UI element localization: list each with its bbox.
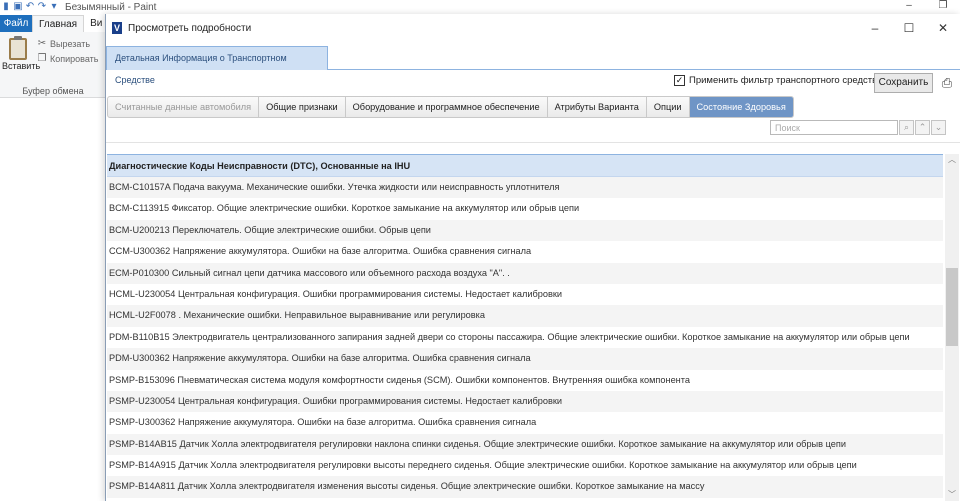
copy-icon: ❐ <box>37 53 47 64</box>
table-row[interactable]: PSMP-B14AB15 Датчик Холла электродвигате… <box>107 433 943 456</box>
tab-variant-attributes[interactable]: Атрибуты Варианта <box>548 97 647 117</box>
table-header: Диагностические Коды Неисправности (DTC)… <box>107 155 943 177</box>
dialog-title: Просмотреть подробности <box>128 22 252 34</box>
redo-icon[interactable]: ↷ <box>37 2 47 12</box>
paste-button[interactable]: Вставить <box>2 36 40 80</box>
scissors-icon: ✂ <box>37 38 47 49</box>
vertical-scrollbar[interactable]: ︿ ﹀ <box>945 154 959 501</box>
table-row[interactable]: BCM-U200213 Переключатель. Общие электри… <box>107 219 943 242</box>
table-row[interactable]: CCM-U300362 Напряжение аккумулятора. Оши… <box>107 241 943 263</box>
undo-icon[interactable]: ↶ <box>25 2 35 12</box>
maximize-icon[interactable]: ☐ <box>892 14 926 42</box>
table-row[interactable]: HCML-U2F0078 . Механические ошибки. Непр… <box>107 305 943 327</box>
search-input[interactable] <box>770 120 898 135</box>
save-button[interactable]: Сохранить <box>874 73 933 93</box>
section-tabs: Считанные данные автомобиля Общие призна… <box>107 96 794 118</box>
tab-general-attributes[interactable]: Общие признаки <box>259 97 346 117</box>
clipboard-group-label: Буфер обмена <box>22 86 84 96</box>
tab-read-vehicle-data[interactable]: Считанные данные автомобиля <box>108 97 260 117</box>
copy-label: Копировать <box>50 53 99 64</box>
paste-label: Вставить <box>2 61 41 71</box>
dtc-table: Диагностические Коды Неисправности (DTC)… <box>107 154 943 501</box>
scrollbar-thumb[interactable] <box>946 268 958 346</box>
table-row[interactable]: PSMP-B14A915 Датчик Холла электродвигате… <box>107 455 943 477</box>
next-result-icon[interactable]: ⌄ <box>931 120 946 135</box>
paint-titlebar: ▮ ▣ ↶ ↷ ▾ Безымянный - Paint – ❐ <box>0 0 960 14</box>
divider <box>106 142 960 143</box>
app-logo-icon: V <box>112 22 122 34</box>
table-row[interactable]: PSMP-U300362 Напряжение аккумулятора. Ош… <box>107 412 943 434</box>
clipboard-icon <box>9 36 27 60</box>
tab-vehicle-details[interactable]: Детальная Информация о Транспортном Сред… <box>106 46 328 85</box>
filter-checkbox[interactable]: ✓ <box>674 75 685 86</box>
table-row[interactable]: PSMP-B14A811 Датчик Холла электродвигате… <box>107 476 943 498</box>
tab-health-status[interactable]: Состояние Здоровья <box>689 97 793 117</box>
table-row[interactable]: PDM-U300362 Напряжение аккумулятора. Оши… <box>107 348 943 370</box>
paint-window-title: Безымянный - Paint <box>65 1 157 13</box>
cut-label: Вырезать <box>50 38 91 49</box>
dialog-titlebar: V Просмотреть подробности – ☐ ✕ <box>106 14 960 42</box>
tab-options[interactable]: Опции <box>647 97 690 117</box>
table-body: BCM-C10157A Подача вакуума. Механические… <box>107 177 943 498</box>
tab-home[interactable]: Главная <box>32 15 85 32</box>
dialog-window-controls: – ☐ ✕ <box>858 14 960 42</box>
search-bar: ⌕ ⌃ ⌄ <box>770 120 946 135</box>
tab-file[interactable]: Файл <box>0 15 32 32</box>
table-row[interactable]: PSMP-U230054 Центральная конфигурация. О… <box>107 390 943 413</box>
previous-result-icon[interactable]: ⌃ <box>915 120 930 135</box>
table-row[interactable]: PDM-B110B15 Электродвигатель централизов… <box>107 326 943 349</box>
quick-access-toolbar: ▮ ▣ ↶ ↷ ▾ <box>0 2 59 12</box>
scroll-up-icon[interactable]: ︿ <box>945 154 959 166</box>
table-row[interactable]: BCM-C10157A Подача вакуума. Механические… <box>107 177 943 199</box>
customize-dropdown-icon[interactable]: ▾ <box>49 2 59 12</box>
copy-button[interactable]: ❐ Копировать <box>37 53 99 64</box>
table-row[interactable]: PSMP-B153096 Пневматическая система моду… <box>107 369 943 391</box>
scroll-down-icon[interactable]: ﹀ <box>945 489 959 501</box>
paint-ribbon: Вставить ✂ Вырезать ❐ Копировать Буфер о… <box>0 32 106 98</box>
paint-window-controls: – ❐ <box>892 0 960 14</box>
minimize-icon[interactable]: – <box>892 0 926 14</box>
filter-label: Применить фильтр транспортного средства <box>689 75 883 86</box>
dialog-tabstrip: Детальная Информация о Транспортном Сред… <box>106 46 960 85</box>
save-quick-icon[interactable]: ▣ <box>13 2 23 12</box>
table-row[interactable]: BCM-C113915 Фиксатор. Общие электрически… <box>107 198 943 220</box>
table-row[interactable]: ECM-P010300 Сильный сигнал цепи датчика … <box>107 262 943 284</box>
cut-button[interactable]: ✂ Вырезать <box>37 38 90 49</box>
details-dialog: V Просмотреть подробности – ☐ ✕ Детальна… <box>105 14 960 501</box>
paint-ribbon-tabs: Файл Главная Ви <box>0 15 108 32</box>
tab-hardware-software[interactable]: Оборудование и программное обеспечение <box>346 97 548 117</box>
search-icon[interactable]: ⌕ <box>899 120 914 135</box>
table-row[interactable]: HCML-U230054 Центральная конфигурация. О… <box>107 283 943 306</box>
vehicle-filter[interactable]: ✓ Применить фильтр транспортного средств… <box>674 75 882 86</box>
print-icon[interactable]: ⎙ <box>940 76 954 90</box>
maximize-icon[interactable]: ❐ <box>926 0 960 14</box>
paint-app-icon: ▮ <box>3 1 9 12</box>
minimize-icon[interactable]: – <box>858 14 892 42</box>
close-icon[interactable]: ✕ <box>926 14 960 42</box>
